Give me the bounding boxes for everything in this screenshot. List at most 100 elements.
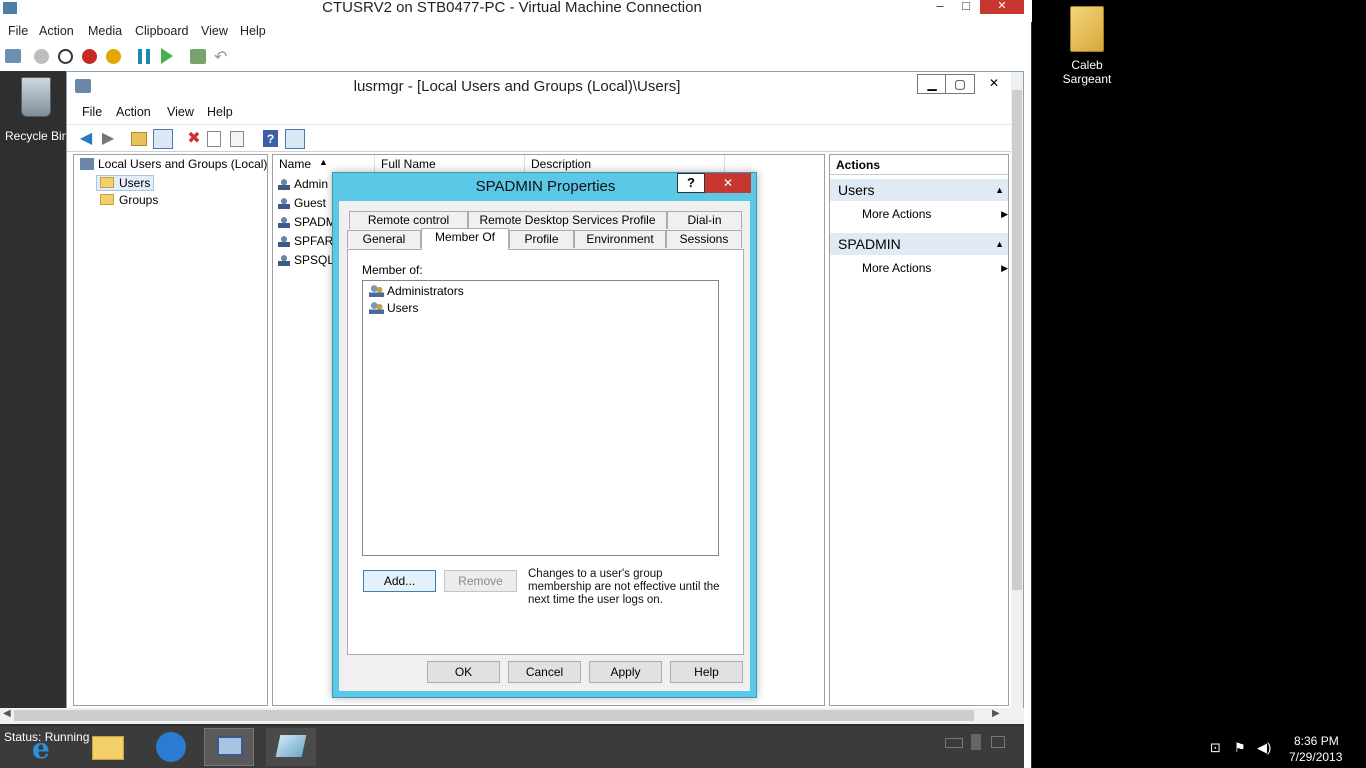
scroll-left-icon[interactable]: ◀ [3, 708, 11, 719]
tree-item-groups-label: Groups [119, 193, 159, 207]
vm-menu-media[interactable]: Media [88, 24, 122, 38]
tab-sessions[interactable]: Sessions [666, 230, 742, 248]
vm-minimize-button[interactable]: – [930, 0, 950, 13]
host-folder-label-line2: Sargeant [1062, 72, 1112, 86]
delete-icon[interactable]: ✖ [185, 130, 203, 148]
mmc-menu-help[interactable]: Help [207, 105, 233, 119]
host-folder-label-line1: Caleb [1071, 58, 1103, 72]
forward-arrow-icon[interactable]: ▶ [99, 130, 117, 148]
vm-menu-action[interactable]: Action [39, 24, 74, 38]
network-icon[interactable]: ⊡ [1210, 740, 1221, 756]
cancel-button[interactable]: Cancel [508, 661, 581, 683]
list-item[interactable]: SPADM [278, 215, 336, 229]
scrollbar-thumb[interactable] [14, 710, 974, 721]
mmc-menu-view[interactable]: View [167, 105, 194, 119]
ok-button[interactable]: OK [427, 661, 500, 683]
checkpoint-icon[interactable] [190, 49, 206, 64]
recycle-bin-shortcut[interactable] [4, 77, 68, 117]
help-button[interactable]: Help [670, 661, 743, 683]
mmc-maximize-button[interactable]: ▢ [945, 74, 975, 94]
member-of-tab-page: Member of: Administrators Users Add... R… [347, 249, 744, 655]
resume-icon[interactable] [161, 48, 173, 64]
folder-icon [100, 194, 114, 205]
member-of-list[interactable]: Administrators Users [362, 280, 719, 556]
revert-icon[interactable]: ↶ [214, 47, 227, 67]
actions-section-spadmin[interactable]: SPADMIN ▲ [830, 233, 1008, 255]
vm-menu-file[interactable]: File [8, 24, 28, 38]
server-manager-button[interactable] [146, 728, 196, 766]
list-item[interactable]: SPFARI [278, 234, 337, 248]
pause-icon[interactable] [138, 49, 150, 64]
clock-date[interactable]: 7/29/2013 [1289, 750, 1342, 764]
recycle-bin-icon [21, 77, 51, 117]
vm-horizontal-scrollbar[interactable]: ◀ ▶ [0, 708, 1024, 724]
tree-root[interactable]: Local Users and Groups (Local) [80, 157, 267, 171]
remove-button[interactable]: Remove [444, 570, 517, 592]
column-full-name[interactable]: Full Name [375, 155, 525, 173]
ctrl-alt-del-icon[interactable] [5, 49, 21, 63]
save-state-icon[interactable] [106, 49, 121, 64]
back-arrow-icon[interactable]: ◀ [77, 130, 95, 148]
mmc-minimize-button[interactable]: ▁ [917, 74, 947, 94]
mmc-close-button[interactable]: ✕ [979, 74, 1009, 94]
list-item[interactable]: SPSQL [278, 253, 334, 267]
tab-environment[interactable]: Environment [574, 230, 666, 248]
user-icon [278, 235, 290, 247]
tab-general[interactable]: General [347, 230, 421, 248]
vm-close-button[interactable]: ✕ [980, 0, 1024, 14]
dialog-help-button[interactable]: ? [677, 173, 705, 193]
start-icon[interactable] [34, 49, 49, 64]
up-folder-icon[interactable] [131, 132, 147, 146]
apply-button[interactable]: Apply [589, 661, 662, 683]
actions-section-users[interactable]: Users ▲ [830, 179, 1008, 201]
mmc-menu-file[interactable]: File [82, 105, 102, 119]
column-description[interactable]: Description [525, 155, 725, 173]
vm-menu-help[interactable]: Help [240, 24, 266, 38]
list-item[interactable]: Users [369, 301, 418, 315]
add-button[interactable]: Add... [363, 570, 436, 592]
computer-management-icon [217, 736, 243, 756]
scroll-right-icon[interactable]: ▶ [992, 708, 1000, 719]
show-hide-tree-icon[interactable] [153, 129, 173, 149]
tab-member-of[interactable]: Member Of [421, 228, 509, 250]
folder-icon [1070, 6, 1104, 52]
vm-menu-view[interactable]: View [201, 24, 228, 38]
turn-off-icon[interactable] [58, 49, 73, 64]
properties-icon[interactable] [207, 131, 221, 147]
more-actions-spadmin[interactable]: More Actions ▶ [862, 261, 1008, 275]
shut-down-icon[interactable] [82, 49, 97, 64]
action-center-flag-icon[interactable]: ⚑ [1234, 740, 1246, 756]
list-item[interactable]: Admin [278, 177, 328, 191]
tab-remote-desktop-services-profile[interactable]: Remote Desktop Services Profile [468, 211, 667, 229]
show-hide-action-pane-icon[interactable] [285, 129, 305, 149]
tab-profile[interactable]: Profile [509, 230, 574, 248]
mmc-menu-action[interactable]: Action [116, 105, 151, 119]
help-icon[interactable]: ? [263, 130, 278, 147]
tab-dial-in[interactable]: Dial-in [667, 211, 742, 229]
list-item[interactable]: Guest [278, 196, 326, 210]
vm-titlebar[interactable]: CTUSRV2 on STB0477-PC - Virtual Machine … [0, 0, 1032, 22]
export-list-icon[interactable] [230, 131, 244, 147]
file-explorer-button[interactable] [84, 728, 134, 766]
vm-maximize-button[interactable]: □ [956, 0, 976, 13]
lusrmgr-taskbar-button[interactable] [204, 728, 254, 766]
tree-item-groups[interactable]: Groups [100, 193, 158, 207]
volume-icon[interactable]: ◀) [1257, 740, 1271, 756]
dialog-close-button[interactable]: ✕ [705, 173, 751, 193]
more-actions-label: More Actions [862, 261, 932, 275]
mmc-vertical-scrollbar[interactable] [1011, 72, 1023, 708]
properties-taskbar-button[interactable] [266, 728, 316, 766]
dialog-body: Remote control Remote Desktop Services P… [339, 201, 750, 691]
host-folder-shortcut[interactable]: Caleb Sargeant [1054, 6, 1120, 86]
clock-time[interactable]: 8:36 PM [1294, 734, 1339, 748]
scrollbar-thumb[interactable] [1012, 90, 1022, 590]
mmc-titlebar[interactable]: lusrmgr - [Local Users and Groups (Local… [67, 72, 1023, 102]
group-name: Administrators [387, 284, 464, 298]
list-item[interactable]: Administrators [369, 284, 464, 298]
column-name[interactable]: Name ▲ [273, 155, 375, 173]
internet-explorer-button[interactable]: e [22, 728, 72, 766]
tab-remote-control[interactable]: Remote control [349, 211, 468, 229]
vm-menu-clipboard[interactable]: Clipboard [135, 24, 189, 38]
more-actions-users[interactable]: More Actions ▶ [862, 207, 1008, 221]
tree-item-users[interactable]: Users [96, 175, 155, 191]
